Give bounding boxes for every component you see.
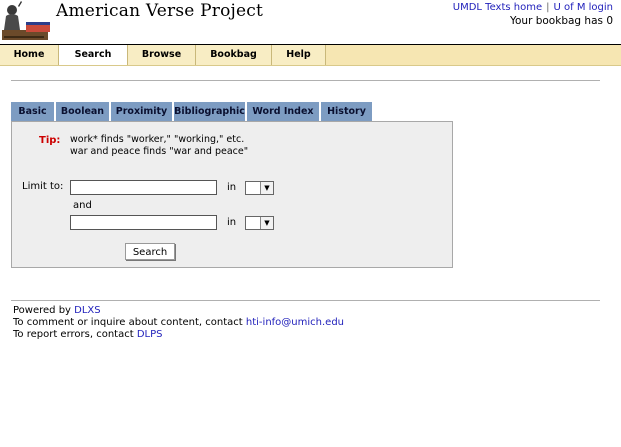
search-field-2[interactable] <box>70 215 217 230</box>
main-nav: Home Search Browse Bookbag Help <box>0 44 621 66</box>
site-header: American Verse Project UMDL Texts home | U… <box>0 0 621 44</box>
top-links: UMDL Texts home | U of M login <box>453 2 613 13</box>
chevron-down-icon: ▼ <box>260 182 273 194</box>
nav-filler <box>326 45 621 65</box>
poet-logo-icon <box>0 0 52 42</box>
tab-boolean[interactable]: Boolean <box>56 102 109 121</box>
tab-basic[interactable]: Basic <box>11 102 54 121</box>
nav-browse[interactable]: Browse <box>128 45 196 65</box>
footer-powered: Powered by DLXS <box>13 305 344 317</box>
hti-email-link[interactable]: hti-info@umich.edu <box>246 317 344 328</box>
footer-comment: To comment or inquire about content, con… <box>13 317 344 329</box>
footer: Powered by DLXS To comment or inquire ab… <box>13 305 344 341</box>
divider-top <box>11 80 600 81</box>
tip-line-1: work* finds "worker," "working," etc. <box>70 134 245 145</box>
bookbag-status: Your bookbag has 0 <box>509 15 613 27</box>
in-label-2: in <box>227 217 237 228</box>
nav-bookbag[interactable]: Bookbag <box>196 45 272 65</box>
limit-label: Limit to: <box>22 181 64 192</box>
field-select-2[interactable]: ▼ <box>245 216 274 230</box>
tab-word-index[interactable]: Word Index <box>247 102 319 121</box>
link-separator: | <box>546 2 550 13</box>
footer-powered-text: Powered by <box>13 305 75 316</box>
tip-text: work* finds "worker," "working," etc. wa… <box>70 134 248 158</box>
search-button[interactable]: Search <box>125 243 175 260</box>
tab-proximity[interactable]: Proximity <box>111 102 172 121</box>
in-label-1: in <box>227 182 237 193</box>
tip-label: Tip: <box>39 135 61 146</box>
tip-line-2: war and peace finds "war and peace" <box>70 146 249 157</box>
dlxs-link[interactable]: DLXS <box>74 305 100 316</box>
texts-home-link[interactable]: UMDL Texts home <box>453 2 542 13</box>
nav-search[interactable]: Search <box>59 45 128 65</box>
login-link[interactable]: U of M login <box>554 2 613 13</box>
footer-comment-text: To comment or inquire about content, con… <box>13 317 246 328</box>
tab-history[interactable]: History <box>321 102 372 121</box>
divider-bottom <box>11 300 600 301</box>
footer-errors: To report errors, contact DLPS <box>13 329 344 341</box>
search-field-1[interactable] <box>70 180 217 195</box>
site-title: American Verse Project <box>56 1 264 21</box>
chevron-down-icon: ▼ <box>260 217 273 229</box>
footer-errors-text: To report errors, contact <box>13 329 137 340</box>
field-select-1[interactable]: ▼ <box>245 181 274 195</box>
nav-home[interactable]: Home <box>0 45 59 65</box>
and-label: and <box>73 200 92 211</box>
tab-bibliographic[interactable]: Bibliographic <box>174 102 245 121</box>
nav-help[interactable]: Help <box>272 45 326 65</box>
dlps-link[interactable]: DLPS <box>137 329 163 340</box>
